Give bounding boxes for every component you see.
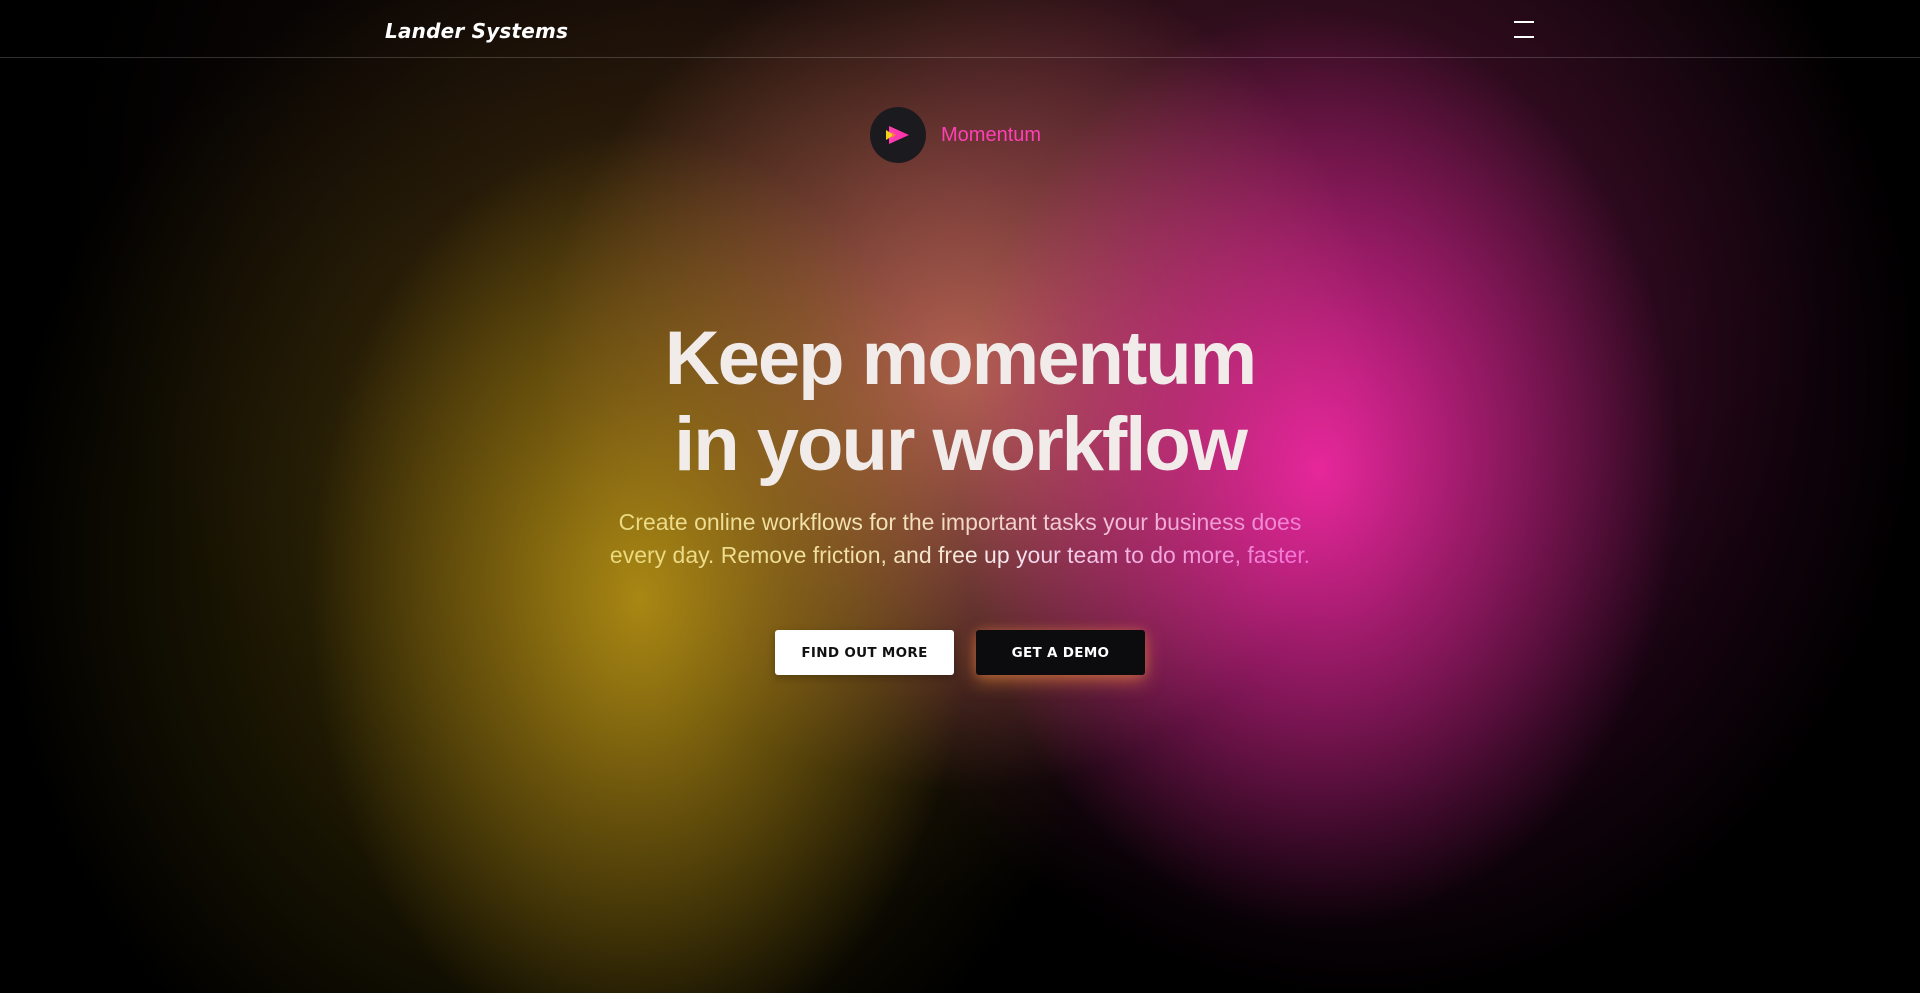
menu-line-top — [1514, 21, 1534, 23]
get-a-demo-button[interactable]: GET A DEMO — [976, 630, 1145, 675]
headline-line-1: Keep momentum — [664, 316, 1258, 401]
play-arrow-icon — [870, 107, 926, 163]
product-badge: Momentum — [870, 107, 1041, 163]
menu-line-bottom — [1514, 36, 1534, 38]
hero-headline: Keep momentum in your workflow — [0, 316, 1920, 488]
hamburger-menu-icon[interactable] — [1514, 21, 1534, 39]
hero-subtext: Create online workflows for the importan… — [560, 506, 1360, 572]
subtext-line-2: every day. Remove friction, and free up … — [560, 539, 1360, 572]
top-navigation-bar: Lander Systems — [0, 0, 1920, 58]
brand-logo-text[interactable]: Lander Systems — [385, 19, 568, 43]
find-out-more-button[interactable]: FIND OUT MORE — [775, 630, 954, 675]
headline-line-2: in your workflow — [674, 402, 1248, 487]
play-arrow-icon-svg — [886, 126, 909, 144]
subtext-line-1: Create online workflows for the importan… — [560, 506, 1360, 539]
product-name: Momentum — [941, 123, 1042, 146]
